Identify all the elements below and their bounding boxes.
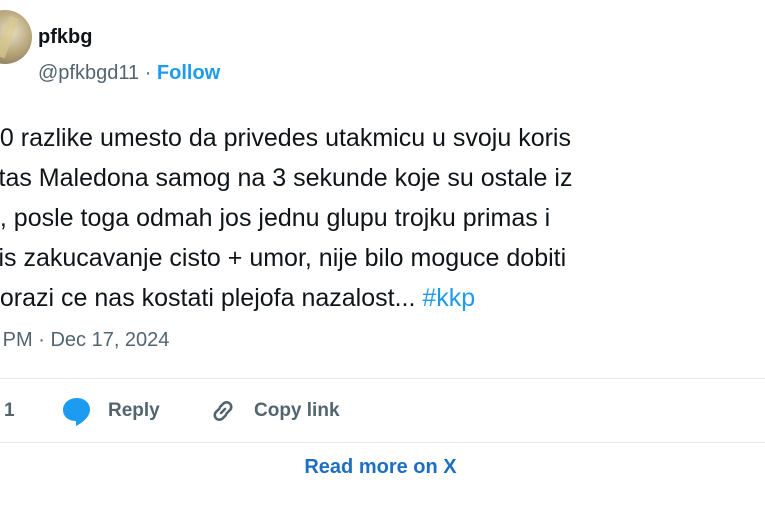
tweet-text: 10 razlike umesto da privedes utakmicu u… xyxy=(0,118,765,318)
display-name[interactable]: pfkbg xyxy=(38,26,92,49)
tweet-line-last: porazi ce nas kostati plejofa nazalost..… xyxy=(0,278,765,318)
tweet-line-text: porazi ce nas kostati plejofa nazalost..… xyxy=(0,284,416,312)
link-icon xyxy=(213,401,233,421)
copy-link-button[interactable]: Copy link xyxy=(208,392,340,430)
read-more-link[interactable]: Read more on X xyxy=(0,456,765,479)
tweet-line: stas Maledona samog na 3 sekunde koje su… xyxy=(0,164,573,192)
like-count[interactable]: 1 xyxy=(4,400,15,422)
copy-link-label: Copy link xyxy=(254,400,340,421)
avatar[interactable] xyxy=(0,10,32,64)
reply-label: Reply xyxy=(108,400,160,421)
follow-button[interactable]: Follow xyxy=(157,62,220,84)
timestamp[interactable]: 6 PM · Dec 17, 2024 xyxy=(0,329,169,352)
action-bar: 1 Reply Copy link xyxy=(0,392,765,430)
tweet-line: 10 razlike umesto da privedes utakmicu u… xyxy=(0,124,571,152)
hashtag-link[interactable]: #kkp xyxy=(422,284,475,312)
handle[interactable]: @pfkbgd11 xyxy=(38,62,139,84)
tweet-line: a, posle toga odmah jos jednu glupu troj… xyxy=(0,204,551,232)
separator: · xyxy=(144,62,152,84)
handle-row: @pfkbgd11 · Follow xyxy=(38,62,220,85)
divider xyxy=(0,378,765,379)
read-more-label: Read more on X xyxy=(304,456,457,478)
reply-button[interactable]: Reply xyxy=(60,392,160,430)
tweet-line: sis zakucavanje cisto + umor, nije bilo … xyxy=(0,244,567,272)
reply-bubble-icon xyxy=(63,398,90,426)
divider xyxy=(0,442,765,443)
